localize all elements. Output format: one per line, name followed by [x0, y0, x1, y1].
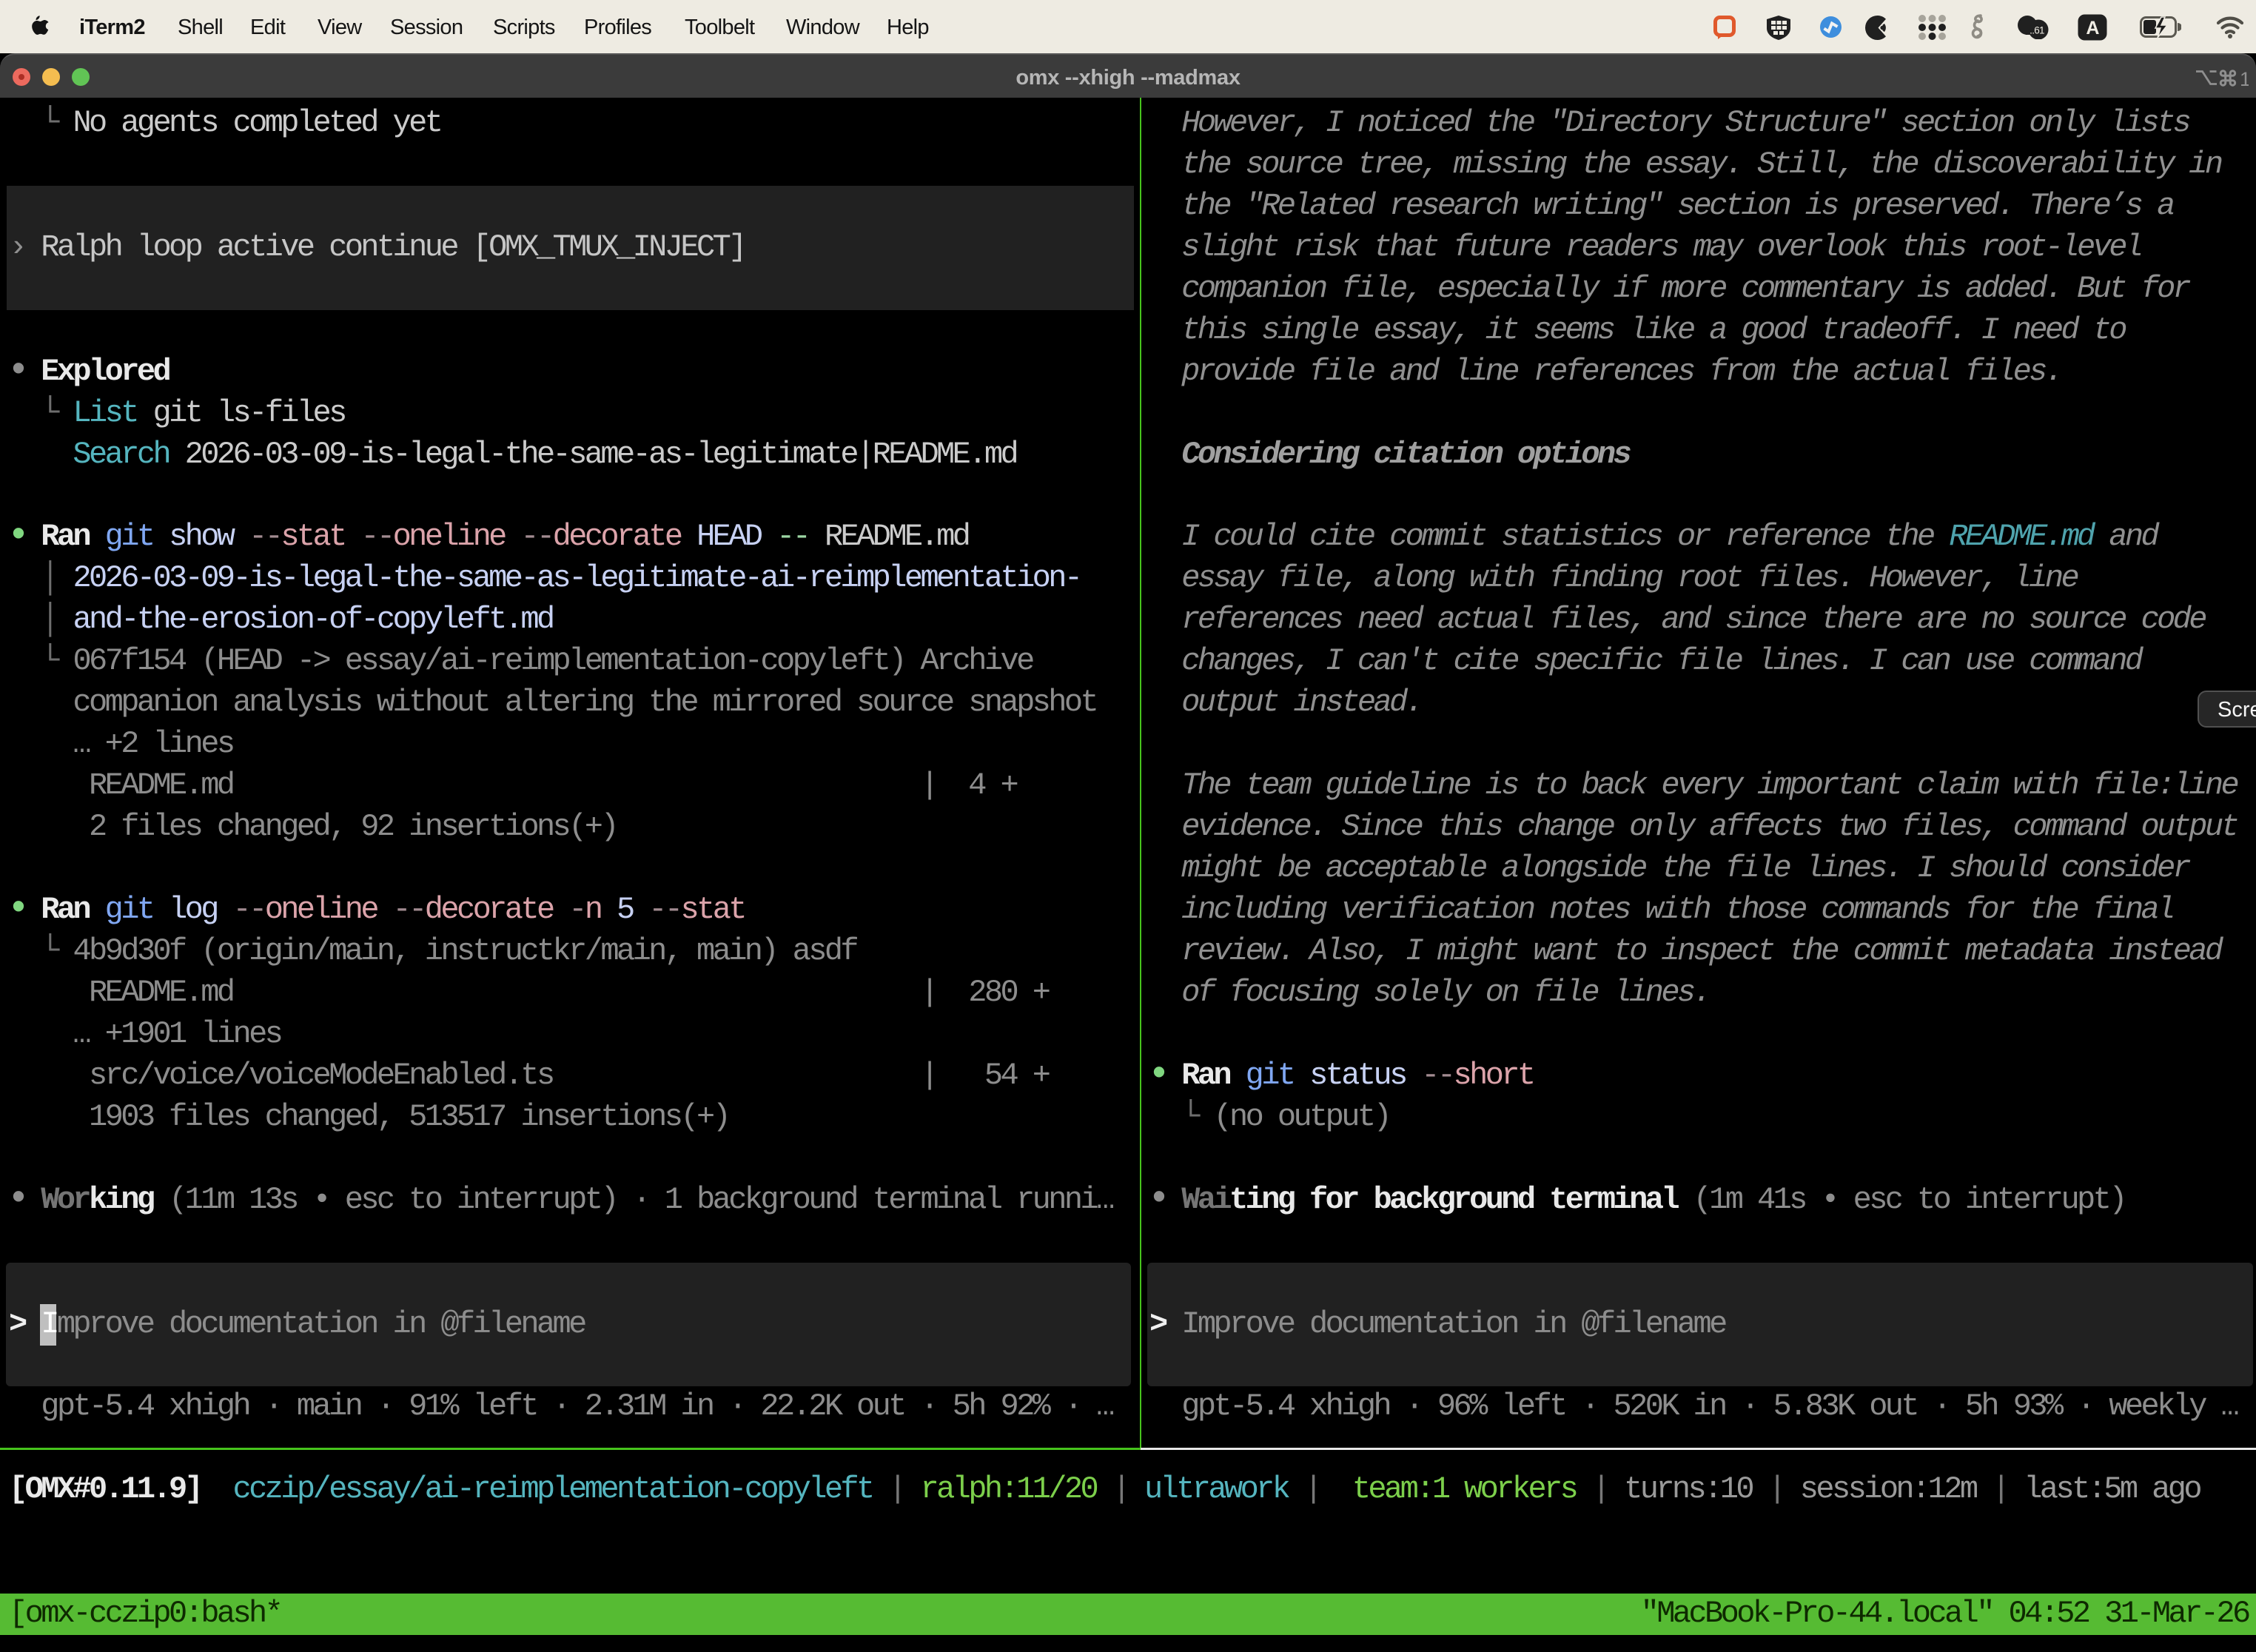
svg-text:..61: ..61: [2030, 25, 2044, 36]
svg-text:A: A: [2086, 18, 2099, 38]
svg-text:1: 1: [2240, 68, 2249, 89]
